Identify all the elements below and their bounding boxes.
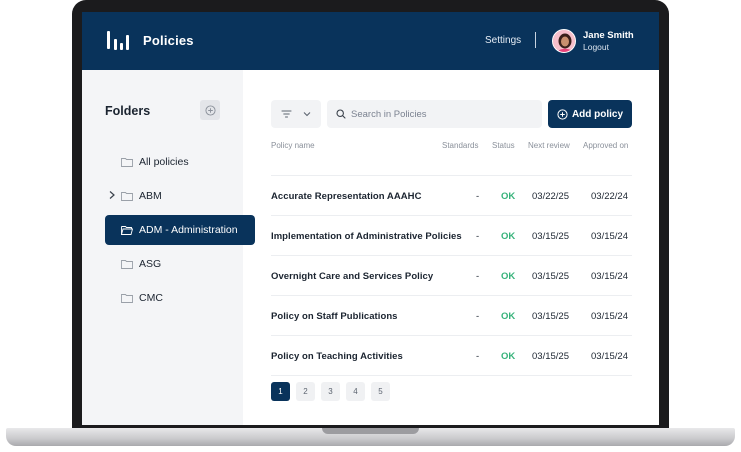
- plus-circle-icon: [557, 108, 568, 120]
- laptop-base-notch: [322, 428, 419, 434]
- filter-button[interactable]: [271, 100, 321, 128]
- status-badge: OK: [501, 311, 516, 322]
- column-header-policy-name[interactable]: Policy name: [271, 141, 315, 150]
- table-divider: [271, 255, 632, 256]
- app-title: Policies: [143, 33, 194, 48]
- add-policy-button[interactable]: Add policy: [548, 100, 632, 128]
- table-divider: [271, 215, 632, 216]
- next-review-date: 03/22/25: [532, 191, 569, 202]
- app-screen: Policies Settings Jane Smith Logout Fold…: [82, 12, 659, 425]
- folder-label: All policies: [139, 156, 189, 168]
- top-header: Policies Settings Jane Smith Logout: [82, 12, 659, 70]
- policy-name[interactable]: Overnight Care and Services Policy: [271, 271, 433, 282]
- search-input[interactable]: [351, 106, 531, 122]
- folder-label: ASG: [139, 258, 162, 270]
- folders-sidebar: Folders All policies ABM ADM - Administr…: [82, 70, 255, 425]
- folder-open-icon: [121, 226, 133, 235]
- page-button-5[interactable]: 5: [371, 382, 390, 401]
- policy-name[interactable]: Policy on Staff Publications: [271, 311, 398, 322]
- pagination: 1 2 3 4 5: [271, 382, 390, 401]
- folders-title: Folders: [105, 104, 151, 118]
- folder-label: ABM: [139, 190, 162, 202]
- column-header-next-review[interactable]: Next review: [528, 141, 570, 150]
- add-policy-label: Add policy: [571, 108, 624, 120]
- status-badge: OK: [501, 271, 516, 282]
- policy-standards: -: [476, 191, 480, 202]
- filter-icon: [281, 110, 292, 118]
- bars-logo-icon[interactable]: [106, 29, 130, 53]
- settings-link[interactable]: Settings: [485, 35, 521, 46]
- folder-cmc[interactable]: CMC: [105, 283, 255, 313]
- policy-standards: -: [476, 231, 480, 242]
- policy-standards: -: [476, 351, 480, 362]
- table-divider: [271, 375, 632, 376]
- column-header-status[interactable]: Status: [492, 141, 515, 150]
- folder-adm-administration[interactable]: ADM - Administration: [105, 215, 255, 245]
- policy-standards: -: [476, 271, 480, 282]
- folder-asg[interactable]: ASG: [105, 249, 255, 279]
- approved-on-date: 03/15/24: [591, 231, 628, 242]
- status-badge: OK: [501, 351, 516, 362]
- folder-icon: [121, 192, 133, 201]
- user-name: Jane Smith: [583, 30, 634, 41]
- avatar-image-icon: [553, 30, 575, 52]
- plus-circle-icon: [204, 104, 216, 116]
- next-review-date: 03/15/25: [532, 271, 569, 282]
- search-box[interactable]: [327, 100, 542, 128]
- page-button-4[interactable]: 4: [346, 382, 365, 401]
- column-header-approved-on[interactable]: Approved on: [583, 141, 628, 150]
- policy-name[interactable]: Implementation of Administrative Policie…: [271, 231, 462, 242]
- policies-main: Add policy Policy name Standards Status …: [243, 70, 659, 425]
- folder-all-policies[interactable]: All policies: [105, 147, 255, 177]
- add-folder-button[interactable]: [200, 100, 220, 120]
- folder-label: ADM - Administration: [139, 224, 238, 236]
- search-icon: [336, 109, 346, 119]
- folder-label: CMC: [139, 292, 163, 304]
- policy-name[interactable]: Accurate Representation AAAHC: [271, 191, 422, 202]
- chevron-down-icon: [303, 112, 311, 117]
- folder-icon: [121, 294, 133, 303]
- approved-on-date: 03/15/24: [591, 351, 628, 362]
- folder-icon: [121, 260, 133, 269]
- chevron-right-icon[interactable]: [108, 190, 116, 200]
- folder-abm[interactable]: ABM: [105, 181, 255, 211]
- logout-link[interactable]: Logout: [583, 42, 609, 52]
- laptop-mockup: Policies Settings Jane Smith Logout Fold…: [0, 0, 741, 452]
- avatar[interactable]: [552, 29, 576, 53]
- status-badge: OK: [501, 231, 516, 242]
- next-review-date: 03/15/25: [532, 231, 569, 242]
- page-button-2[interactable]: 2: [296, 382, 315, 401]
- table-divider: [271, 175, 632, 176]
- table-divider: [271, 335, 632, 336]
- table-divider: [271, 295, 632, 296]
- page-button-3[interactable]: 3: [321, 382, 340, 401]
- header-divider: [535, 32, 536, 48]
- policy-standards: -: [476, 311, 480, 322]
- page-button-1[interactable]: 1: [271, 382, 290, 401]
- approved-on-date: 03/15/24: [591, 271, 628, 282]
- next-review-date: 03/15/25: [532, 311, 569, 322]
- next-review-date: 03/15/25: [532, 351, 569, 362]
- approved-on-date: 03/15/24: [591, 311, 628, 322]
- status-badge: OK: [501, 191, 516, 202]
- column-header-standards[interactable]: Standards: [442, 141, 478, 150]
- approved-on-date: 03/22/24: [591, 191, 628, 202]
- folder-icon: [121, 158, 133, 167]
- policy-name[interactable]: Policy on Teaching Activities: [271, 351, 403, 362]
